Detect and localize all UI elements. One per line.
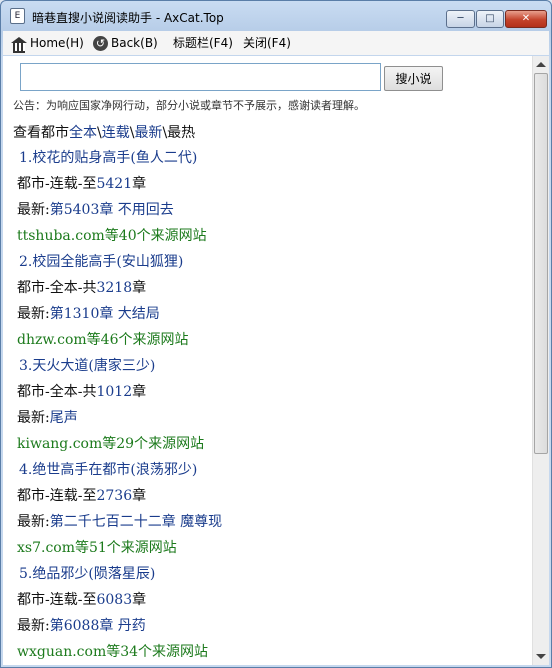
result-title-link[interactable]: 5.绝品邪少(陨落星辰) <box>19 566 155 582</box>
filter-option-complete[interactable]: 全本 <box>69 125 97 141</box>
maximize-button[interactable]: □ <box>476 10 504 28</box>
close-window-button[interactable]: ✕ <box>505 10 547 28</box>
source-link[interactable]: kiwang.com等29个来源网站 <box>17 436 204 452</box>
result-source-line: wxguan.com等34个来源网站 <box>17 642 527 665</box>
close-button[interactable]: 关闭(F4) <box>243 34 291 52</box>
content-area: 搜小说 公告：为响应国家净网行动，部分小说或章节不予展示，感谢读者理解。 查看都… <box>3 56 532 665</box>
toolbar: Home(H) ↺ Back(B) 标题栏(F4) 关闭(F4) <box>3 31 549 55</box>
source-link[interactable]: ttshuba.com等40个来源网站 <box>17 228 207 244</box>
latest-chapter-link[interactable]: 第6088章 丹药 <box>50 618 146 634</box>
filter-prefix: 查看都市 <box>13 125 69 141</box>
result-meta-line: 都市-连载-至6083章 <box>17 592 147 608</box>
result-title-link[interactable]: 1.校花的贴身高手(鱼人二代) <box>19 150 197 166</box>
latest-chapter-link[interactable]: 第5403章 不用回去 <box>50 202 174 218</box>
result-meta-line: 都市-连载-至2736章 <box>17 488 147 504</box>
result-latest-line: 最新:第1310章 大结局 <box>17 306 160 322</box>
home-icon <box>11 36 27 53</box>
result-title-line: 5.绝品邪少(陨落星辰) <box>17 564 527 590</box>
result-title-line: 1.校花的贴身高手(鱼人二代) <box>17 148 527 174</box>
back-button[interactable]: ↺ Back(B) <box>93 34 158 52</box>
app-window: E 暗巷直搜小说阅读助手 - AxCat.Top ─ □ ✕ Home(H) ↺… <box>0 0 552 668</box>
app-icon: E <box>10 8 25 24</box>
search-button[interactable]: 搜小说 <box>384 66 443 91</box>
scrollbar-thumb[interactable] <box>534 73 548 454</box>
result-source-line: ttshuba.com等40个来源网站 <box>17 226 527 252</box>
notice-text: 公告：为响应国家净网行动，部分小说或章节不予展示，感谢读者理解。 <box>13 99 365 112</box>
filter-option-serial[interactable]: 连载 <box>102 125 130 141</box>
source-link[interactable]: wxguan.com等34个来源网站 <box>17 644 208 660</box>
minimize-button[interactable]: ─ <box>446 10 475 28</box>
result-meta-line: 都市-连载-至5421章 <box>17 176 147 192</box>
filter-row: 查看都市全本\连载\最新\最热 <box>13 122 195 142</box>
result-title-link[interactable]: 4.绝世高手在都市(浪荡邪少) <box>19 462 197 478</box>
result-latest-line: 最新:尾声 <box>17 410 78 426</box>
result-title-line: 4.绝世高手在都市(浪荡邪少) <box>17 460 527 486</box>
back-icon: ↺ <box>93 36 108 51</box>
result-title-link[interactable]: 3.天火大道(唐家三少) <box>19 358 155 374</box>
filter-option-current: 最热 <box>167 125 196 141</box>
latest-chapter-link[interactable]: 第二千七百二十二章 魔尊现 <box>50 514 222 530</box>
latest-chapter-link[interactable]: 尾声 <box>50 410 78 426</box>
result-source-line: kiwang.com等29个来源网站 <box>17 434 527 460</box>
title-bar[interactable]: E 暗巷直搜小说阅读助手 - AxCat.Top ─ □ ✕ <box>1 1 551 31</box>
result-title-line: 2.校园全能高手(安山狐狸) <box>17 252 527 278</box>
filter-option-latest[interactable]: 最新 <box>134 125 162 141</box>
result-meta-line: 都市-全本-共3218章 <box>17 280 147 296</box>
vertical-scrollbar[interactable] <box>532 56 549 665</box>
source-link[interactable]: xs7.com等51个来源网站 <box>17 540 177 556</box>
source-link[interactable]: dhzw.com等46个来源网站 <box>17 332 189 348</box>
home-button[interactable]: Home(H) <box>11 34 84 53</box>
result-latest-line: 最新:第5403章 不用回去 <box>17 202 174 218</box>
home-label: Home(H) <box>30 36 84 50</box>
results-list: 1.校花的贴身高手(鱼人二代) 都市-连载-至5421章 最新:第5403章 不… <box>17 148 527 665</box>
search-input[interactable] <box>20 63 381 91</box>
latest-chapter-link[interactable]: 第1310章 大结局 <box>50 306 160 322</box>
scroll-down-arrow-icon[interactable] <box>536 654 546 659</box>
scroll-up-arrow-icon[interactable] <box>536 62 546 67</box>
result-latest-line: 最新:第二千七百二十二章 魔尊现 <box>17 514 223 530</box>
result-latest-line: 最新:第6088章 丹药 <box>17 618 146 634</box>
result-source-line: dhzw.com等46个来源网站 <box>17 330 527 356</box>
back-label: Back(B) <box>111 36 158 50</box>
window-title: 暗巷直搜小说阅读助手 - AxCat.Top <box>32 11 224 25</box>
result-title-line: 3.天火大道(唐家三少) <box>17 356 527 382</box>
result-title-link[interactable]: 2.校园全能高手(安山狐狸) <box>19 254 183 270</box>
result-meta-line: 都市-全本-共1012章 <box>17 384 147 400</box>
titlebar-toggle-button[interactable]: 标题栏(F4) <box>173 34 233 52</box>
result-source-line: xs7.com等51个来源网站 <box>17 538 527 564</box>
